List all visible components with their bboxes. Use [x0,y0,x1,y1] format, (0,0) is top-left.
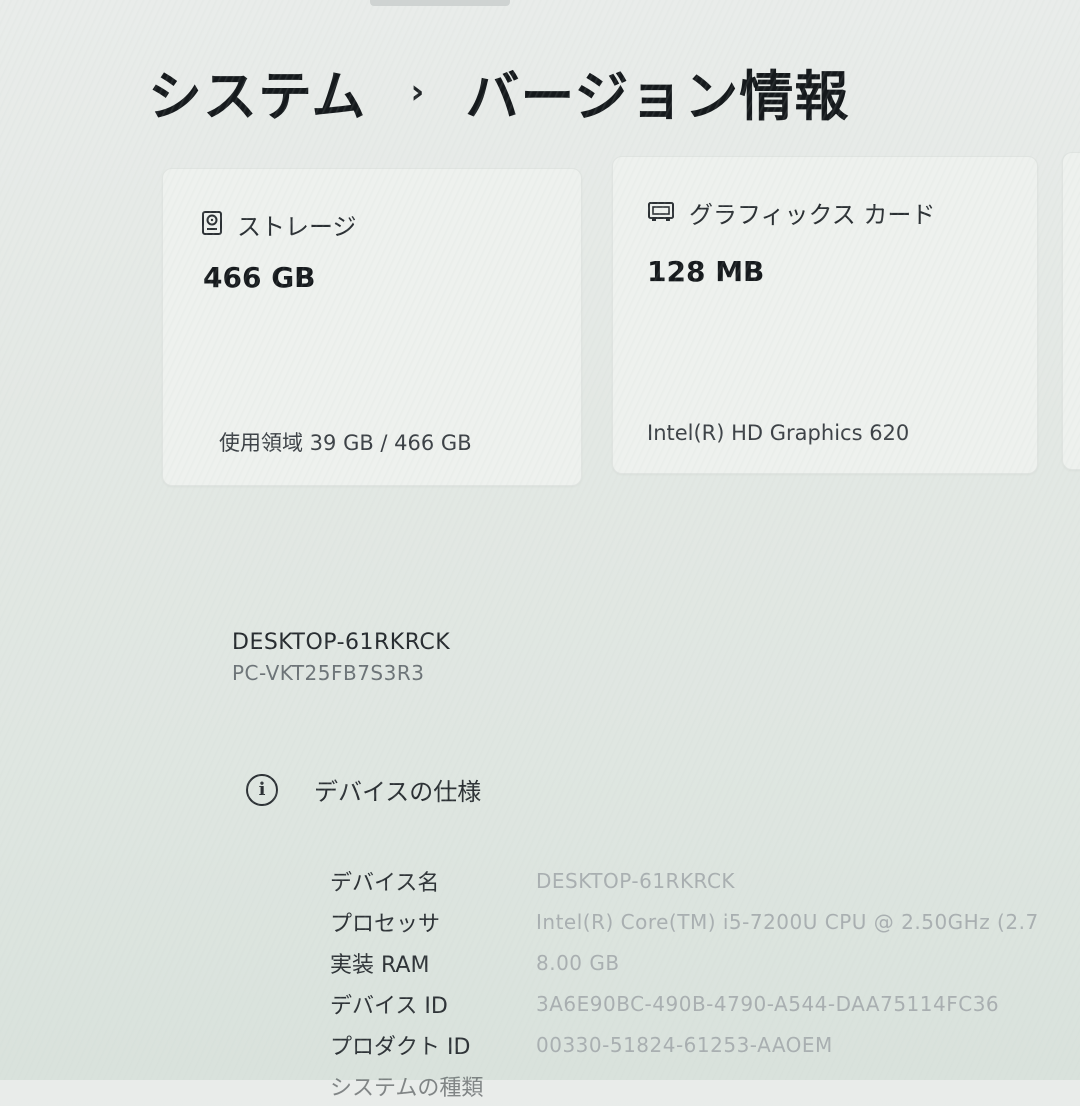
breadcrumb: システム › バージョン情報 [148,52,849,131]
window-edge [370,0,510,6]
spec-value: 3A6E90BC-490B-4790-A544-DAA75114FC36 [536,991,1000,1016]
spec-label: システムの種類 [330,1075,484,1101]
device-specs-title: デバイスの仕様 [314,778,482,806]
device-identity: DESKTOP-61RKRCK PC-VKT25FB7S3R3 [232,630,450,685]
storage-card-header: ストレージ [201,207,357,242]
spec-label: プロセッサ [330,911,441,937]
storage-title: ストレージ [237,213,357,241]
spec-row-device-id: デバイス ID 3A6E90BC-490B-4790-A544-DAA75114… [330,983,1039,1024]
graphics-title: グラフィックス カード [689,201,936,229]
spec-row-ram: 実装 RAM 8.00 GB [330,942,1039,983]
storage-value: 466 GB [203,261,316,294]
spec-value: Intel(R) Core(TM) i5-7200U CPU @ 2.50GHz… [536,909,1039,934]
spec-label: プロダクト ID [330,1034,471,1060]
breadcrumb-system-link[interactable]: システム [148,52,366,131]
hard-drive-icon [201,210,223,240]
spec-value: 00330-51824-61253-AAOEM [536,1032,833,1057]
spec-label: 実装 RAM [330,952,430,978]
spec-value: DESKTOP-61RKRCK [536,868,736,893]
spec-row-product-id: プロダクト ID 00330-51824-61253-AAOEM [330,1024,1039,1065]
info-icon: i [246,773,278,806]
graphics-card-icon [647,200,675,226]
about-page: システム › バージョン情報 ストレージ 466 GB 使用領域 39 GB /… [0,0,1080,1101]
graphics-memory-value: 128 MB [647,255,765,288]
graphics-adapter-name: Intel(R) HD Graphics 620 [647,421,910,445]
spec-row-system-type: システムの種類 [330,1065,1039,1106]
graphics-card-header: グラフィックス カード [647,195,935,230]
spec-label: デバイス名 [330,870,440,896]
spec-value: 8.00 GB [536,950,620,975]
spec-row-device-name: デバイス名 DESKTOP-61RKRCK [330,860,1039,901]
next-card-partial[interactable] [1062,152,1080,470]
device-specs-expander[interactable]: i デバイスの仕様 [246,772,481,807]
page-title: バージョン情報 [465,65,850,128]
breadcrumb-separator: › [410,71,426,112]
spec-label: デバイス ID [330,993,448,1019]
graphics-card[interactable]: グラフィックス カード 128 MB Intel(R) HD Graphics … [612,156,1038,474]
storage-usage: 使用領域 39 GB / 466 GB [219,431,472,455]
device-specs-list: デバイス名 DESKTOP-61RKRCK プロセッサ Intel(R) Cor… [330,860,1039,1106]
storage-card[interactable]: ストレージ 466 GB 使用領域 39 GB / 466 GB [162,168,582,486]
spec-row-processor: プロセッサ Intel(R) Core(TM) i5-7200U CPU @ 2… [330,901,1039,942]
device-name-heading: DESKTOP-61RKRCK [232,630,451,655]
device-model: PC-VKT25FB7S3R3 [232,661,425,685]
